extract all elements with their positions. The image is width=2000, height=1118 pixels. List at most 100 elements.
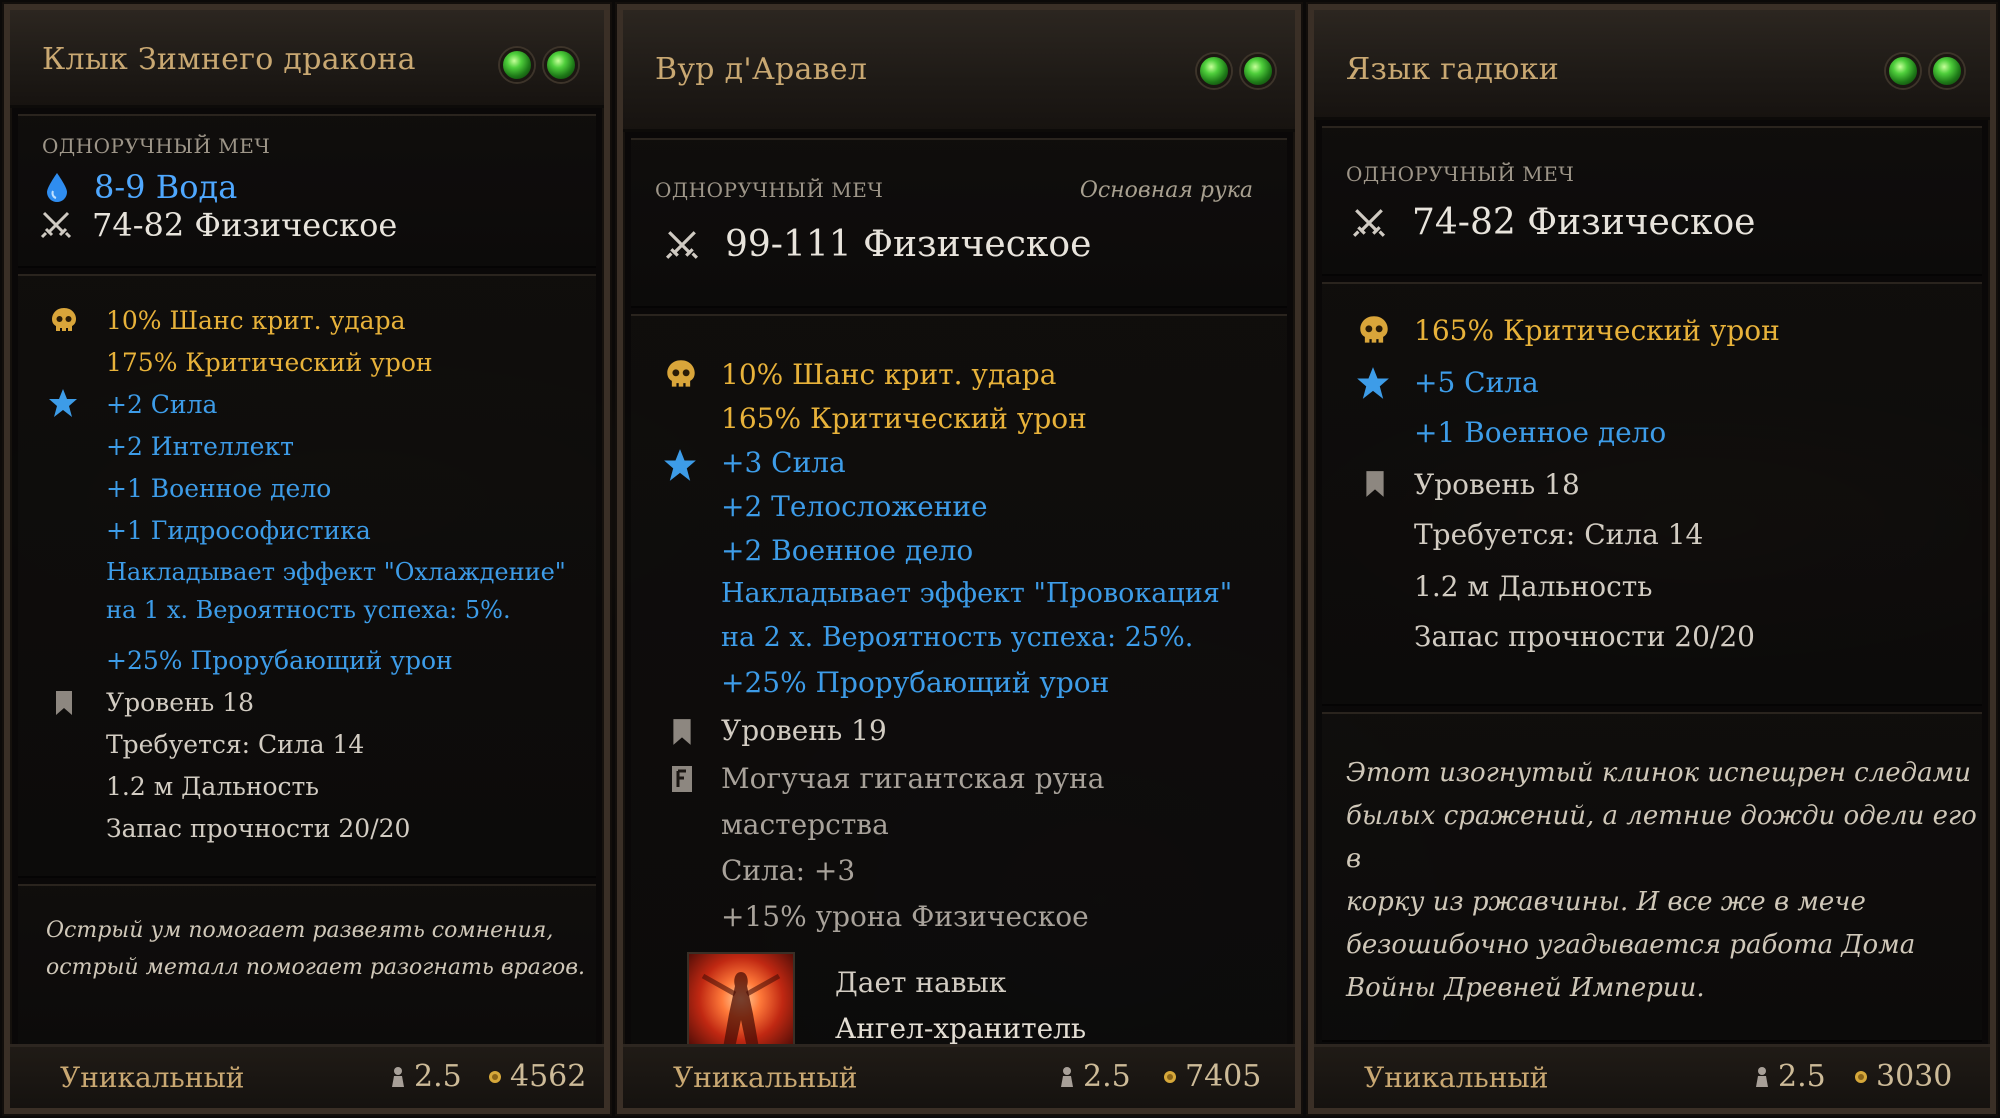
- skull-icon: [667, 360, 695, 387]
- damage-section: одноручный меч Основная рука 99-111 Физи…: [631, 138, 1287, 308]
- rune-icon: [672, 766, 692, 792]
- damage-line-water: 8-9 Вода: [44, 168, 237, 206]
- stat-line: Уровень 18: [106, 688, 255, 717]
- stat-line: +2 Интеллект: [106, 432, 294, 461]
- stats-section: 165% Критический урон +5 Сила +1 Военное…: [1322, 282, 1982, 706]
- stat-line: +25% Прорубающий урон: [721, 666, 1110, 699]
- lore-section: Этот изогнутый клинок испещрен следами б…: [1322, 712, 1982, 1042]
- damage-text: 74-82 Физическое: [1412, 202, 1756, 243]
- stat-line: 165% Критический урон: [721, 402, 1087, 435]
- stat-line: Уровень 19: [721, 714, 887, 747]
- star-icon: [1357, 367, 1389, 399]
- damage-text: 74-82 Физическое: [92, 206, 398, 244]
- price: 3030: [1854, 1059, 1952, 1094]
- item-tooltip-viper-tongue: Язык гадюки одноручный меч 74-82 Физичес…: [1308, 4, 1996, 1114]
- weight: 2.5: [1059, 1059, 1131, 1094]
- item-base-type: одноручный меч: [42, 134, 271, 158]
- tooltip-footer: Уникальный 2.5 4562: [10, 1044, 604, 1108]
- damage-line-physical: 74-82 Физическое: [1352, 202, 1755, 243]
- skill-name: Ангел-хранитель: [835, 1012, 1087, 1045]
- stats-section: 10% Шанс крит. удара 175% Критический ур…: [18, 274, 596, 878]
- stat-line: Требуется: Сила 14: [1414, 518, 1704, 551]
- price: 7405: [1163, 1059, 1261, 1094]
- rarity-label: Уникальный: [673, 1061, 858, 1094]
- green-gem-icon: [1886, 54, 1920, 88]
- stat-line: 1.2 м Дальность: [1414, 570, 1653, 603]
- green-gem-icon: [1241, 54, 1275, 88]
- damage-text: 99-111 Физическое: [725, 224, 1092, 265]
- damage-section: одноручный меч 8-9 Вода 74-82 Физическое: [18, 114, 596, 268]
- item-tooltip-winter-dragon-fang: Клык Зимнего дракона одноручный меч 8-9 …: [4, 4, 610, 1114]
- stat-line: на 1 х. Вероятность успеха: 5%.: [106, 596, 511, 624]
- item-title: Вур д'Аравел: [655, 52, 868, 87]
- skill-grant-label: Дает навык: [835, 966, 1007, 999]
- stat-line: +2 Сила: [106, 390, 218, 419]
- stat-line: +1 Военное дело: [1414, 416, 1667, 449]
- green-gem-icon: [1197, 54, 1231, 88]
- tooltip-header: Язык гадюки: [1314, 10, 1990, 120]
- stat-line: на 2 х. Вероятность успеха: 25%.: [721, 622, 1194, 653]
- star-icon: [664, 449, 696, 481]
- stat-line: Запас прочности 20/20: [106, 814, 411, 843]
- rune-slots: [1886, 54, 1964, 88]
- stat-line: +1 Военное дело: [106, 474, 332, 503]
- crossed-swords-icon: [665, 230, 699, 259]
- green-gem-icon: [544, 48, 578, 82]
- rune-line: Сила: +3: [721, 854, 856, 887]
- price: 4562: [488, 1059, 586, 1094]
- rarity-label: Уникальный: [1364, 1061, 1549, 1094]
- damage-line-physical: 74-82 Физическое: [40, 206, 397, 244]
- stat-line: 10% Шанс крит. удара: [106, 306, 406, 335]
- green-gem-icon: [1930, 54, 1964, 88]
- skull-icon: [1360, 316, 1388, 343]
- tooltip-header: Клык Зимнего дракона: [10, 10, 604, 108]
- weight-icon: [1756, 1066, 1768, 1087]
- skull-icon: [52, 308, 76, 331]
- stat-line: +2 Военное дело: [721, 534, 974, 567]
- stat-line: +25% Прорубающий урон: [106, 646, 453, 675]
- bookmark-icon: [673, 719, 691, 745]
- lore-section: Острый ум помогает развеять сомнения, ос…: [18, 884, 596, 1050]
- green-gem-icon: [500, 48, 534, 82]
- item-tooltip-vur-daravel: Вур д'Аравел одноручный меч Основная рук…: [617, 4, 1301, 1114]
- stat-line: 165% Критический урон: [1414, 314, 1780, 347]
- water-drop-icon: [47, 173, 67, 202]
- crossed-swords-icon: [1352, 208, 1386, 237]
- stat-line: Накладывает эффект "Провокация": [721, 578, 1233, 609]
- bookmark-icon: [56, 691, 72, 715]
- rune-line: мастерства: [721, 808, 889, 841]
- item-base-type: одноручный меч: [1346, 162, 1575, 186]
- bookmark-icon: [1366, 471, 1384, 497]
- rarity-label: Уникальный: [60, 1061, 245, 1094]
- rune-slots: [500, 48, 578, 82]
- stat-line: +1 Гидрософистика: [106, 516, 371, 545]
- stat-line: Требуется: Сила 14: [106, 730, 365, 759]
- tooltip-header: Вур д'Аравел: [623, 10, 1295, 132]
- coin-icon: [1855, 1070, 1867, 1083]
- weight: 2.5: [390, 1059, 462, 1094]
- hand-slot-label: Основная рука: [1079, 178, 1253, 203]
- guardian-angel-skill-icon[interactable]: [687, 952, 795, 1056]
- tooltip-footer: Уникальный 2.5 3030: [1314, 1044, 1990, 1108]
- stats-section: 10% Шанс крит. удара 165% Критический ур…: [631, 314, 1287, 1058]
- stat-line: +3 Сила: [721, 446, 846, 479]
- coin-icon: [1164, 1070, 1176, 1083]
- crossed-swords-icon: [40, 211, 72, 239]
- star-icon: [49, 389, 77, 417]
- rune-line: +15% урона Физическое: [721, 900, 1089, 933]
- stat-line: 1.2 м Дальность: [106, 772, 319, 801]
- coin-icon: [489, 1070, 501, 1083]
- damage-section: одноручный меч 74-82 Физическое: [1322, 126, 1982, 276]
- weight-icon: [392, 1066, 404, 1087]
- stat-line: Уровень 18: [1414, 468, 1580, 501]
- rune-line: Могучая гигантская руна: [721, 762, 1105, 795]
- rune-slots: [1197, 54, 1275, 88]
- stat-line: 10% Шанс крит. удара: [721, 358, 1057, 391]
- damage-text: 8-9 Вода: [94, 168, 238, 206]
- tooltip-footer: Уникальный 2.5 7405: [623, 1044, 1295, 1108]
- weight: 2.5: [1754, 1059, 1826, 1094]
- stat-line: +5 Сила: [1414, 366, 1539, 399]
- stat-line: Запас прочности 20/20: [1414, 620, 1755, 653]
- damage-line-physical: 99-111 Физическое: [665, 224, 1091, 265]
- stat-line: +2 Телосложение: [721, 490, 988, 523]
